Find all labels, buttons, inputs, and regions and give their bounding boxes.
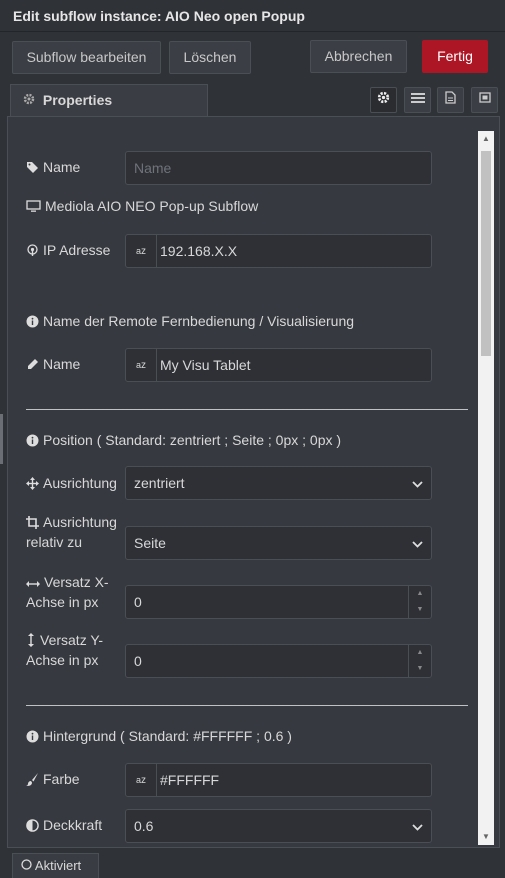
opacity-select-value: 0.6 (134, 818, 154, 834)
type-string-icon[interactable]: az (126, 764, 157, 796)
subflow-info-label: Mediola AIO NEO Pop-up Subflow (26, 196, 258, 216)
chevron-down-icon (412, 818, 423, 834)
podcast-icon (26, 242, 43, 258)
arrows-icon (26, 475, 43, 491)
ip-field[interactable]: az 192.168.X.X (125, 234, 432, 268)
frame-icon (478, 91, 492, 109)
tab-properties-label: Properties (42, 92, 113, 108)
file-icon (445, 91, 456, 109)
list-icon (410, 91, 425, 109)
name-field[interactable] (125, 151, 432, 185)
edit-subflow-button[interactable]: Subflow bearbeiten (12, 41, 161, 74)
resize-handle[interactable] (0, 414, 3, 464)
paint-brush-icon (26, 771, 43, 787)
tab-properties[interactable]: Properties (10, 84, 208, 116)
vertical-scrollbar[interactable]: ▲ ▼ (478, 131, 494, 845)
delete-button[interactable]: Löschen (169, 41, 251, 74)
align-label: Ausrichtung (26, 473, 117, 493)
properties-panel: Name Mediola AIO NEO Pop-up Subflow IP A… (7, 116, 500, 848)
info-circle-icon (26, 313, 43, 329)
align-rel-select[interactable]: Seite (125, 526, 432, 560)
tray-title: Edit subflow instance: AIO Neo open Popu… (0, 0, 505, 32)
offset-y-field[interactable]: ▲▼ (125, 644, 432, 678)
info-circle-icon (26, 432, 43, 448)
offset-y-input[interactable] (126, 645, 382, 677)
arrows-h-icon (26, 574, 44, 590)
remote-section-header: Name der Remote Fernbedienung / Visualis… (26, 311, 354, 331)
info-circle-icon (26, 728, 43, 744)
offset-x-field[interactable]: ▲▼ (125, 585, 432, 619)
spin-down-icon[interactable]: ▼ (409, 661, 431, 677)
remote-name-field[interactable]: az My Visu Tablet (125, 348, 432, 382)
list-tab-button[interactable] (404, 87, 431, 113)
spin-up-icon[interactable]: ▲ (409, 645, 431, 661)
crop-icon (26, 514, 43, 530)
ip-value[interactable]: 192.168.X.X (157, 243, 237, 259)
offset-x-label: Versatz X- Achse in px (26, 574, 109, 610)
name-input[interactable] (126, 152, 432, 184)
cancel-button[interactable]: Abbrechen (310, 40, 407, 73)
remote-name-label: Name (26, 354, 80, 374)
toolbar: Subflow bearbeiten Löschen Abbrechen Fer… (0, 33, 505, 79)
ip-label: IP Adresse (26, 240, 110, 260)
name-label: Name (26, 157, 80, 177)
type-string-icon[interactable]: az (126, 235, 157, 267)
adjust-icon (26, 817, 43, 833)
pencil-icon (26, 356, 43, 372)
opacity-select[interactable]: 0.6 (125, 809, 432, 843)
divider (26, 705, 468, 706)
scroll-up-icon[interactable]: ▲ (478, 133, 494, 145)
color-field[interactable]: az #FFFFFF (125, 763, 432, 797)
align-rel-select-value: Seite (134, 535, 166, 551)
appearance-tab-button[interactable] (471, 87, 498, 113)
arrows-v-icon (26, 632, 40, 648)
divider (26, 409, 468, 410)
chevron-down-icon (412, 535, 423, 551)
circle-icon (21, 858, 32, 873)
position-section-header: Position ( Standard: zentriert ; Seite ;… (26, 430, 341, 450)
opacity-label: Deckkraft (26, 815, 102, 835)
scroll-thumb[interactable] (481, 151, 491, 356)
tag-icon (26, 159, 43, 175)
spin-up-icon[interactable]: ▲ (409, 586, 431, 602)
align-select[interactable]: zentriert (125, 466, 432, 500)
monitor-icon (26, 198, 45, 214)
remote-name-value[interactable]: My Visu Tablet (157, 357, 251, 373)
color-value[interactable]: #FFFFFF (157, 772, 219, 788)
type-string-icon[interactable]: az (126, 349, 157, 381)
offset-x-input[interactable] (126, 586, 382, 618)
offset-y-spinner[interactable]: ▲ ▼ (408, 645, 431, 677)
align-rel-label: Ausrichtung relativ zu (26, 514, 117, 550)
offset-y-label: Versatz Y- Achse in px (26, 632, 104, 668)
tab-bar: Properties (0, 84, 505, 116)
chevron-down-icon (412, 475, 423, 491)
settings-tab-button[interactable] (370, 87, 397, 113)
active-toggle[interactable]: Aktiviert (12, 853, 99, 878)
active-label: Aktiviert (34, 858, 82, 873)
gear-icon (377, 91, 390, 109)
offset-x-spinner[interactable]: ▲ ▼ (408, 586, 431, 618)
color-label: Farbe (26, 769, 80, 789)
align-select-value: zentriert (134, 475, 185, 491)
scroll-down-icon[interactable]: ▼ (478, 831, 494, 843)
gear-icon (23, 92, 35, 108)
done-button[interactable]: Fertig (422, 40, 488, 73)
description-tab-button[interactable] (437, 87, 464, 113)
spin-down-icon[interactable]: ▼ (409, 602, 431, 618)
background-section-header: Hintergrund ( Standard: #FFFFFF ; 0.6 ) (26, 726, 292, 746)
